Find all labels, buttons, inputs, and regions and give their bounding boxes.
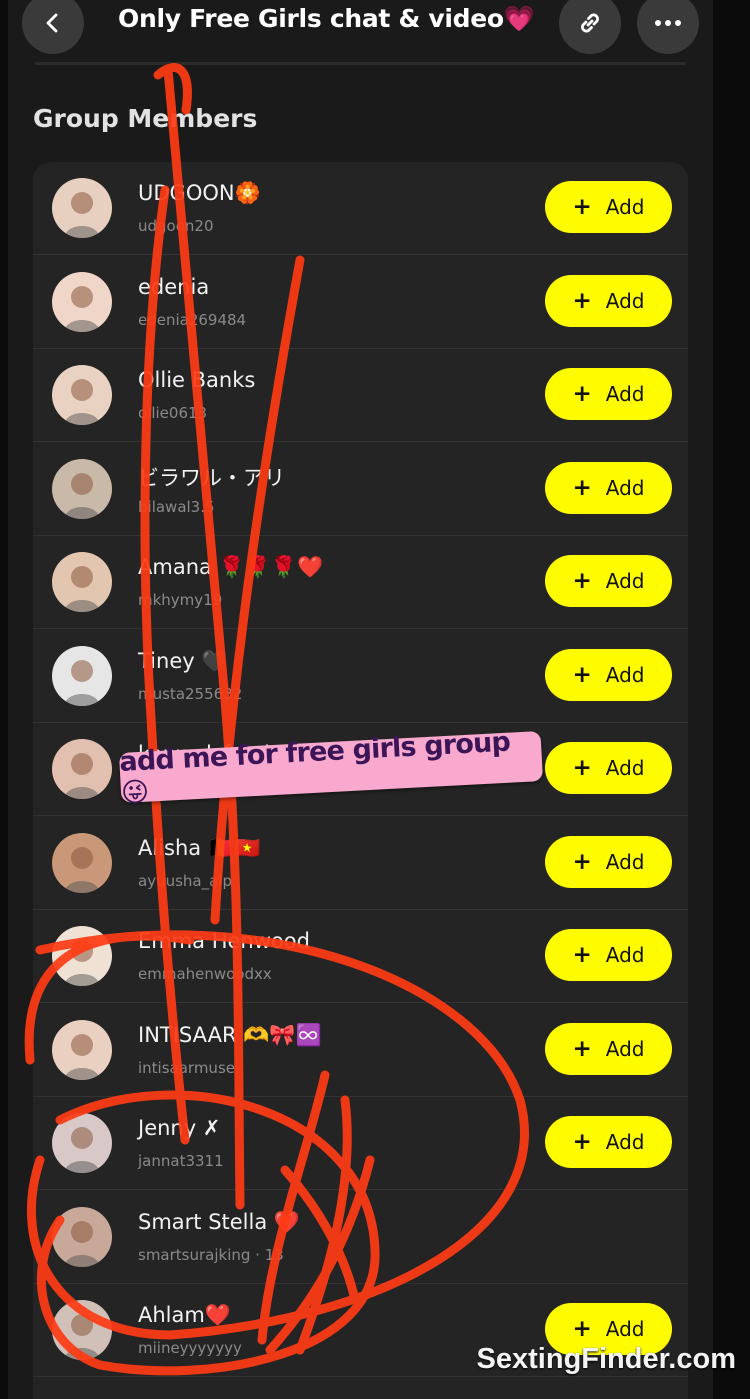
back-button[interactable] bbox=[22, 0, 84, 54]
add-label: Add bbox=[605, 1317, 645, 1341]
add-label: Add bbox=[605, 382, 645, 406]
add-friend-button[interactable]: + Add bbox=[545, 929, 672, 981]
avatar[interactable] bbox=[52, 1300, 112, 1360]
member-name: Tiney 🖤 bbox=[138, 648, 228, 673]
more-horizontal-icon bbox=[655, 20, 681, 26]
avatar[interactable] bbox=[52, 645, 112, 706]
avatar[interactable] bbox=[52, 1113, 112, 1173]
plus-icon: + bbox=[572, 942, 592, 968]
member-handle: jannat3311 bbox=[138, 1152, 224, 1170]
member-row[interactable]: Smart Stella ❤️ smartsurajking · 13 bbox=[33, 1191, 688, 1284]
member-handle: musta255632 bbox=[138, 684, 243, 703]
avatar[interactable] bbox=[52, 271, 112, 332]
member-row[interactable]: Jenny ✗ jannat3311 + Add bbox=[33, 1097, 688, 1190]
plus-icon: + bbox=[572, 1316, 592, 1342]
plus-icon: + bbox=[572, 381, 592, 407]
add-label: Add bbox=[605, 943, 645, 967]
member-name: ビラワル・アリ bbox=[138, 465, 285, 490]
member-handle: intisaarmuse bbox=[138, 1058, 235, 1077]
member-row[interactable]: Tiney 🖤 musta255632 + Add bbox=[33, 630, 688, 723]
add-label: Add bbox=[605, 288, 645, 313]
member-handle: edenia269484 bbox=[138, 310, 247, 329]
row-divider bbox=[33, 1376, 688, 1377]
member-handle: ollie0613 bbox=[138, 404, 208, 422]
plus-icon: + bbox=[572, 1129, 592, 1155]
link-button[interactable] bbox=[559, 0, 621, 54]
plus-icon: + bbox=[572, 755, 592, 781]
plus-icon: + bbox=[572, 194, 592, 220]
member-handle: smartsurajking · 13 bbox=[138, 1245, 284, 1264]
add-label: Add bbox=[605, 849, 645, 874]
top-bar: Only Free Girls chat & video💗 bbox=[8, 0, 713, 56]
add-friend-button[interactable]: + Add bbox=[545, 648, 672, 701]
add-label: Add bbox=[605, 475, 645, 500]
member-row[interactable]: Ollie Banks ollie0613 + Add bbox=[33, 349, 688, 442]
member-row[interactable]: edenia edenia269484 + Add bbox=[33, 256, 688, 349]
member-name: Amana 🌹🌹🌹❤️ bbox=[138, 555, 324, 579]
member-handle: miineyyyyyyy bbox=[138, 1339, 242, 1357]
add-label: Add bbox=[605, 662, 645, 687]
member-handle: udgoon20 bbox=[138, 217, 214, 235]
add-friend-button[interactable]: + Add bbox=[545, 274, 672, 327]
add-friend-button[interactable]: + Add bbox=[545, 461, 672, 514]
member-handle: mkhymy19 bbox=[138, 591, 223, 609]
avatar[interactable] bbox=[52, 178, 112, 238]
member-row[interactable]: INTISAAR 🫶🎀♾️ intisaarmuse + Add bbox=[33, 1004, 688, 1097]
add-label: Add bbox=[605, 569, 645, 593]
member-row[interactable]: UDGOON🏵️ udgoon20 + Add bbox=[33, 162, 688, 255]
plus-icon: + bbox=[572, 661, 592, 688]
add-friend-button[interactable]: + Add bbox=[545, 835, 672, 888]
member-handle: ayuusha_alp bbox=[138, 871, 232, 890]
avatar[interactable] bbox=[52, 1019, 112, 1080]
add-label: Add bbox=[605, 1036, 645, 1061]
plus-icon: + bbox=[572, 287, 592, 314]
avatar[interactable] bbox=[52, 458, 112, 519]
avatar[interactable] bbox=[52, 926, 112, 986]
link-icon bbox=[581, 13, 599, 33]
avatar[interactable] bbox=[52, 1206, 112, 1267]
member-name: UDGOON🏵️ bbox=[138, 181, 261, 205]
avatar[interactable] bbox=[52, 739, 112, 799]
screen: Only Free Girls chat & video💗 Group Memb… bbox=[8, 0, 713, 1399]
member-name: Alisha 🇧🇪🇻🇳 bbox=[138, 835, 261, 860]
member-name: INTISAAR 🫶🎀♾️ bbox=[138, 1022, 322, 1047]
add-friend-button[interactable]: + Add bbox=[545, 555, 672, 607]
watermark: SextingFinder.com bbox=[476, 1343, 736, 1375]
add-friend-button[interactable]: + Add bbox=[545, 368, 672, 420]
avatar[interactable] bbox=[52, 552, 112, 612]
add-friend-button[interactable]: + Add bbox=[545, 181, 672, 233]
add-label: Add bbox=[605, 756, 645, 780]
add-friend-button[interactable]: + Add bbox=[545, 1022, 672, 1075]
member-handle: bilawal3.5 bbox=[138, 497, 215, 516]
more-button[interactable] bbox=[637, 0, 699, 54]
member-row[interactable]: ビラワル・アリ bilawal3.5 + Add bbox=[33, 443, 688, 536]
member-handle: emmahenwoodxx bbox=[138, 965, 272, 983]
chevron-left-icon bbox=[46, 13, 58, 33]
add-label: Add bbox=[605, 1130, 645, 1154]
avatar[interactable] bbox=[52, 832, 112, 893]
add-friend-button[interactable]: + Add bbox=[545, 1116, 672, 1168]
add-label: Add bbox=[605, 195, 645, 219]
member-name: Smart Stella ❤️ bbox=[138, 1209, 301, 1234]
plus-icon: + bbox=[572, 848, 592, 875]
member-row[interactable]: Emma Henwood emmahenwoodxx + Add bbox=[33, 910, 688, 1003]
member-name: Jenny ✗ bbox=[138, 1116, 221, 1140]
member-row[interactable]: Alisha 🇧🇪🇻🇳 ayuusha_alp + Add bbox=[33, 817, 688, 910]
add-friend-button[interactable]: + Add bbox=[545, 742, 672, 794]
member-name: Ahlam❤️ bbox=[138, 1303, 231, 1327]
member-name: Ollie Banks bbox=[138, 368, 256, 392]
member-row[interactable]: Amana 🌹🌹🌹❤️ mkhymy19 + Add bbox=[33, 536, 688, 629]
divider bbox=[35, 62, 686, 65]
chat-title: Only Free Girls chat & video💗 bbox=[118, 4, 535, 33]
plus-icon: + bbox=[572, 568, 592, 594]
plus-icon: + bbox=[572, 474, 592, 501]
plus-icon: + bbox=[572, 1035, 592, 1062]
member-name: Emma Henwood bbox=[138, 929, 310, 953]
avatar[interactable] bbox=[52, 365, 112, 425]
member-name: edenia bbox=[138, 274, 210, 299]
section-title: Group Members bbox=[33, 104, 258, 133]
